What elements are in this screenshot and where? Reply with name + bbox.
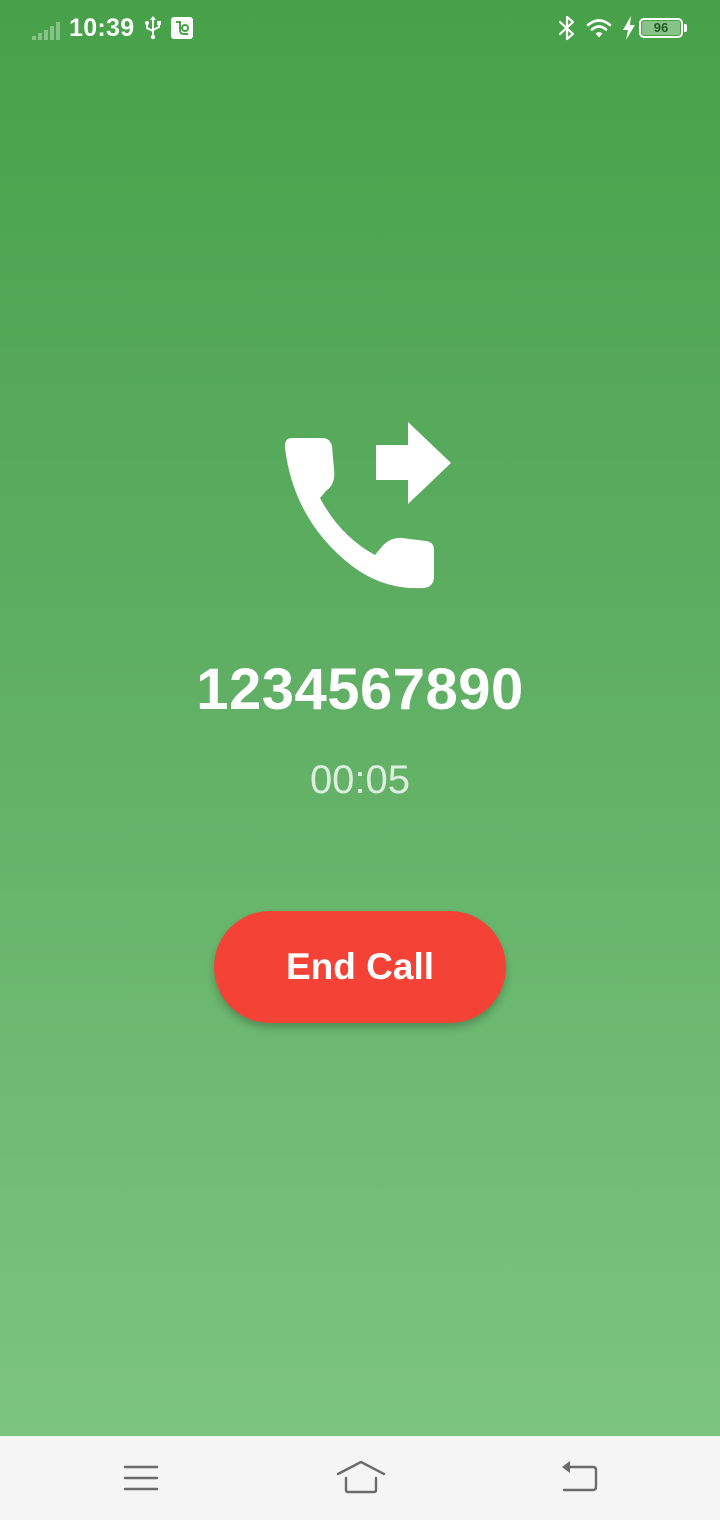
outgoing-call-icon (284, 422, 451, 589)
app-notification-icon (171, 17, 193, 39)
charging-icon (623, 16, 635, 40)
call-duration: 00:05 (309, 758, 411, 802)
bluetooth-icon (558, 15, 575, 41)
wifi-icon (586, 19, 612, 38)
end-call-button[interactable]: End Call (214, 911, 506, 1023)
signal-icon (32, 22, 60, 40)
back-icon[interactable] (558, 1458, 600, 1498)
home-icon[interactable] (335, 1458, 387, 1498)
status-bar: 10:39 96 (0, 0, 720, 58)
call-background: 10:39 96 1234567890 00:05 End Call (0, 0, 720, 1436)
battery-level: 96 (653, 20, 669, 35)
battery-nub (684, 24, 687, 32)
status-time: 10:39 (69, 14, 135, 42)
navigation-bar (0, 1436, 720, 1520)
menu-icon[interactable] (122, 1458, 160, 1498)
usb-icon (145, 16, 161, 40)
caller-number: 1234567890 (196, 657, 524, 722)
call-screen: 10:39 96 1234567890 00:05 End Call (0, 0, 720, 1520)
battery-icon: 96 (639, 18, 683, 38)
